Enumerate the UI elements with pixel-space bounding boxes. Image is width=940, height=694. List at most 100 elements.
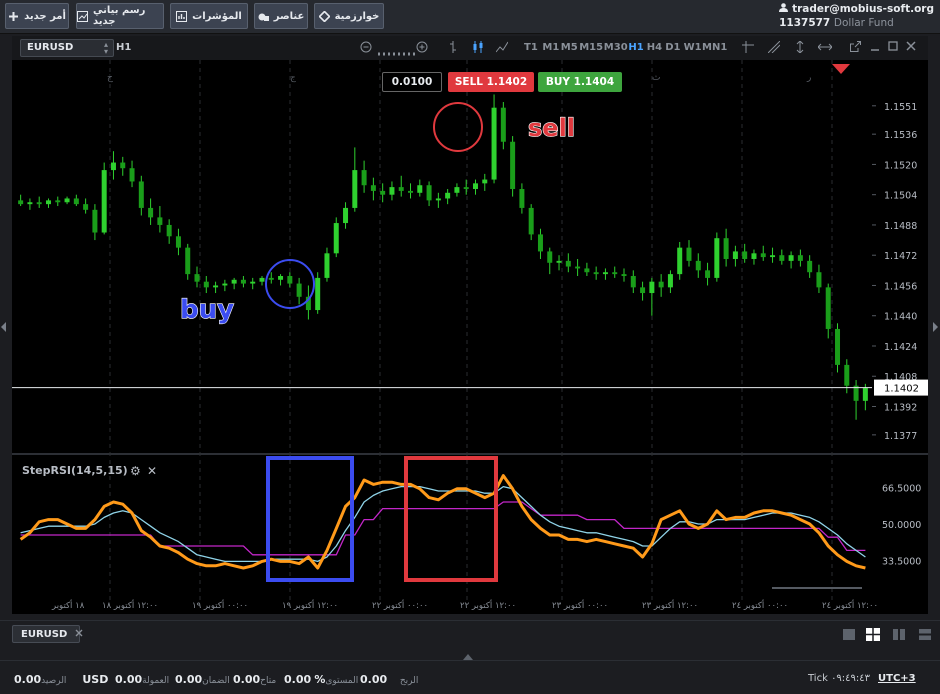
- timeframe-h1[interactable]: H1: [628, 42, 643, 53]
- timeframe-h4[interactable]: H4: [647, 42, 662, 53]
- layout-single-icon[interactable]: [842, 628, 856, 641]
- timeframe-w1[interactable]: W1: [684, 42, 702, 53]
- lot-size-input[interactable]: 0.0100: [382, 72, 442, 92]
- candle-body: [166, 224, 172, 237]
- timeframe-m5[interactable]: M5: [561, 42, 578, 53]
- margin-status: 0.00الضمان: [175, 673, 230, 686]
- sell-signal-box: [404, 456, 498, 582]
- candle-body: [584, 268, 590, 273]
- price-tick-label: 1.1536: [884, 130, 917, 141]
- layout-horizontal-icon[interactable]: [918, 628, 932, 641]
- new-chart-button[interactable]: رسم بياني جديد: [76, 3, 164, 29]
- layout-grid-icon[interactable]: [866, 628, 880, 641]
- indicators-button[interactable]: المؤشرات: [170, 3, 248, 29]
- candle-body: [408, 190, 414, 193]
- candle-body: [751, 253, 757, 259]
- day-marker: ر: [806, 73, 811, 83]
- candle-body: [240, 279, 246, 284]
- symbol-select[interactable]: EURUSD ▴ ▾: [20, 39, 114, 57]
- candle-body: [426, 185, 432, 201]
- indicator-name: StepRSI(14,5,15): [22, 464, 128, 477]
- timeframe-t1[interactable]: T1: [524, 42, 538, 53]
- candle-body: [213, 285, 219, 288]
- collapse-right-arrow[interactable]: [932, 322, 938, 335]
- candle-body: [667, 274, 673, 288]
- account-balance: 1137577: [779, 17, 831, 29]
- candle-body: [695, 260, 701, 271]
- vertical-line-icon[interactable]: [794, 40, 806, 55]
- candle-type-icon[interactable]: [472, 41, 484, 55]
- indicator-level-label: 33.5000: [882, 556, 921, 567]
- status-bar: 0.00الرصيد USD 0.00العمولة 0.00الضمان 0.…: [0, 660, 940, 694]
- chart-window-icon: [77, 10, 88, 22]
- line-type-icon[interactable]: [495, 41, 509, 55]
- candle-body: [816, 272, 822, 288]
- layout-vertical-icon[interactable]: [892, 628, 906, 641]
- popout-icon[interactable]: [850, 41, 861, 54]
- objects-button[interactable]: عناصر: [254, 3, 308, 29]
- candle-body: [296, 283, 302, 297]
- price-tick-label: 1.1456: [884, 281, 917, 292]
- price-chart[interactable]: خجنثر1.15511.15361.15201.15041.14881.147…: [12, 60, 928, 614]
- timeframe-m15[interactable]: M15: [579, 42, 603, 53]
- diamond-icon: [317, 9, 331, 23]
- maximize-icon[interactable]: [888, 41, 898, 53]
- candle-body: [844, 364, 850, 386]
- price-tick-label: 1.1392: [884, 403, 917, 414]
- indicator-settings-icon: ⚙: [130, 464, 141, 478]
- timeframe-mn1[interactable]: MN1: [702, 42, 727, 53]
- close-tab-icon[interactable]: [75, 629, 83, 640]
- chart-toolbar: EURUSD ▴ ▾ H1 T1 M1 M5 M15 M30 H1 H4 D1 W1 MN1: [12, 36, 928, 60]
- candle-body: [222, 283, 228, 286]
- zoom-out-icon[interactable]: [360, 41, 372, 55]
- balance-status: 0.00الرصيد USD: [14, 673, 109, 686]
- candle-body: [686, 247, 692, 261]
- new-order-button[interactable]: أمر جديد: [5, 3, 69, 29]
- horizontal-line-icon[interactable]: [817, 41, 833, 55]
- candle-body: [835, 328, 841, 365]
- candle-body: [101, 170, 107, 233]
- day-marker: خ: [107, 73, 113, 83]
- current-price-label: 1.1402: [884, 384, 919, 395]
- minimize-icon[interactable]: [870, 41, 880, 53]
- timezone-selector[interactable]: UTC+3: [878, 673, 916, 684]
- rsi-step-line: [20, 501, 866, 556]
- candle-body: [129, 168, 135, 182]
- candle-body: [463, 187, 469, 190]
- candle-body: [380, 190, 386, 195]
- price-tick-label: 1.1424: [884, 342, 917, 353]
- timeframe-m1[interactable]: M1: [542, 42, 559, 53]
- algorithm-button[interactable]: خوارزمية: [314, 3, 384, 29]
- bar-type-icon[interactable]: [448, 41, 458, 55]
- candle-body: [343, 207, 349, 224]
- free-margin-status: 0.00متاح: [233, 673, 277, 686]
- tab-eurusd[interactable]: EURUSD: [12, 625, 83, 643]
- rsi-fast-line: [19, 474, 866, 570]
- candle-body: [565, 260, 571, 267]
- trendline-icon[interactable]: [767, 40, 781, 55]
- candle-body: [602, 272, 608, 275]
- collapse-left-arrow[interactable]: [1, 322, 7, 335]
- close-chart-icon[interactable]: [906, 41, 916, 53]
- time-axis-label: ٠٠:٠٠ أكتوبر ٢٤: [732, 599, 788, 611]
- candle-body: [732, 251, 738, 259]
- chart-tab-bar: EURUSD: [0, 620, 940, 646]
- user-icon: [779, 2, 789, 16]
- candle-body: [370, 185, 376, 191]
- timeframe-d1[interactable]: D1: [665, 42, 680, 53]
- crosshair-icon[interactable]: [742, 41, 754, 55]
- zoom-slider[interactable]: [378, 46, 416, 58]
- candle-body: [770, 255, 776, 258]
- candle-body: [575, 266, 581, 269]
- candle-body: [315, 277, 321, 311]
- timeframe-m30[interactable]: M30: [604, 42, 628, 53]
- time-axis-label: ١٨ أكتوبر: [51, 599, 85, 611]
- candle-body: [788, 255, 794, 261]
- candle-body: [194, 274, 200, 282]
- buy-button[interactable]: BUY 1.1404: [538, 72, 622, 92]
- candle-body: [324, 253, 330, 278]
- price-tick-label: 1.1472: [884, 251, 917, 262]
- candle-body: [658, 281, 664, 288]
- sell-button[interactable]: SELL 1.1402: [448, 72, 534, 92]
- zoom-in-icon[interactable]: [416, 41, 428, 55]
